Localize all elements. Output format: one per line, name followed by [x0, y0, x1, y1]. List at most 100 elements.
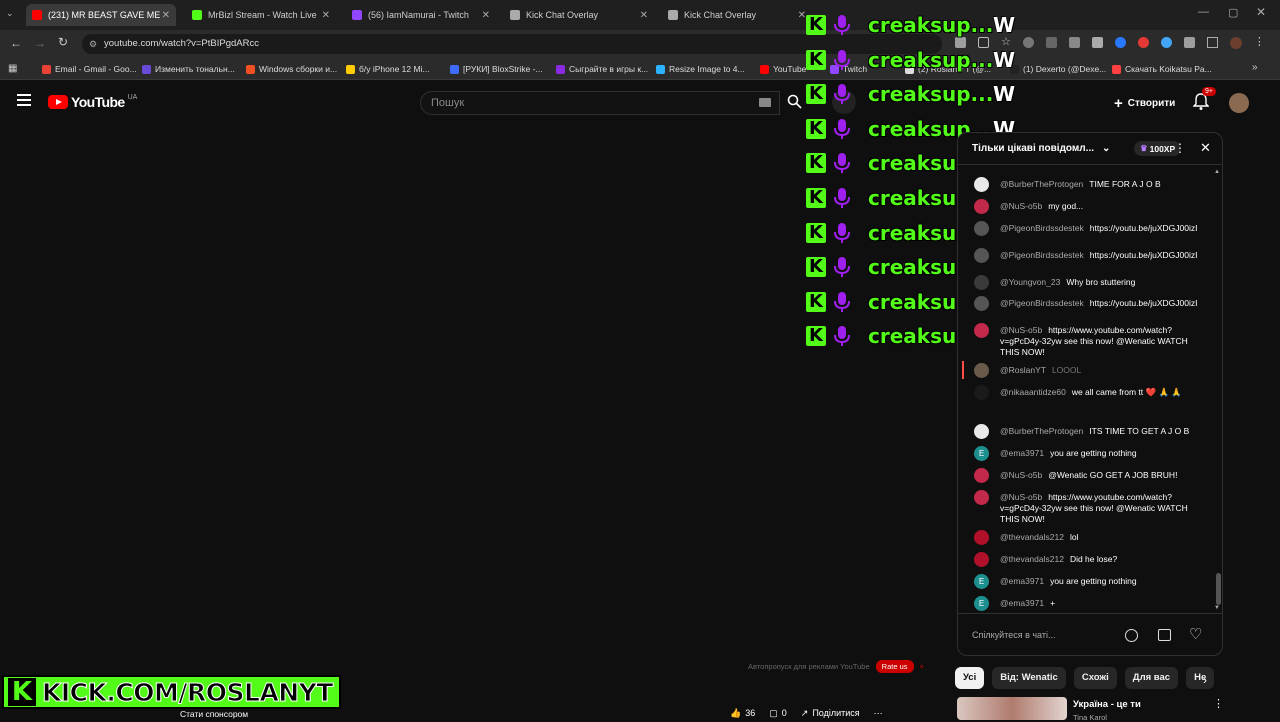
browser-menu-icon[interactable]: ⋮: [1254, 37, 1265, 49]
browser-tab[interactable]: Kick Chat Overlay ✕: [662, 4, 812, 26]
chat-author[interactable]: @PigeonBirdssdestek: [1000, 250, 1084, 260]
chat-avatar[interactable]: E: [974, 446, 989, 461]
bookmark-item[interactable]: Resize Image to 4...: [656, 62, 745, 76]
chat-author[interactable]: @NuS-o5b: [1000, 470, 1042, 480]
chat-avatar[interactable]: [974, 385, 989, 400]
like-button[interactable]: 👍 36: [730, 708, 755, 720]
chat-scrollbar[interactable]: [1216, 573, 1221, 605]
bookmark-item[interactable]: YouTube: [760, 62, 806, 76]
bookmark-item[interactable]: Сыграйте в игры к...: [556, 62, 648, 76]
apps-grid-icon[interactable]: ▦: [8, 63, 17, 74]
recommended-video[interactable]: Україна - це ти Tina Karol ⋮: [957, 697, 1277, 722]
chat-avatar[interactable]: [974, 363, 989, 378]
notifications-button[interactable]: 9+: [1192, 87, 1216, 116]
reload-icon[interactable]: ↻: [58, 35, 68, 49]
chat-close-icon[interactable]: ✕: [1200, 140, 1211, 156]
site-info-icon[interactable]: ⚙: [89, 34, 97, 54]
tab-close-icon[interactable]: ✕: [322, 10, 330, 21]
filter-chip[interactable]: Для вас: [1124, 667, 1179, 689]
create-button[interactable]: + Створити: [1104, 92, 1185, 114]
emoji-icon[interactable]: [1125, 629, 1138, 642]
chat-author[interactable]: @ema3971: [1000, 576, 1044, 586]
search-button[interactable]: [787, 94, 802, 114]
chat-avatar[interactable]: [974, 275, 989, 290]
chat-input-field[interactable]: Спілкуйтеся в чаті...: [972, 621, 1137, 649]
browser-tab[interactable]: (56) IamNamurai - Twitch ✕: [346, 4, 496, 26]
chat-author[interactable]: @NuS-o5b: [1000, 325, 1042, 335]
chat-avatar[interactable]: [974, 424, 989, 439]
chat-avatar[interactable]: [974, 530, 989, 545]
dislike-button[interactable]: ▢ 0: [769, 708, 787, 720]
filter-chip[interactable]: Від: Wenatic: [992, 667, 1066, 689]
forward-icon[interactable]: →: [34, 36, 46, 50]
recommended-more-icon[interactable]: ⋮: [1213, 697, 1224, 710]
chat-author[interactable]: @thevandals212: [1000, 532, 1064, 542]
tab-close-icon[interactable]: ✕: [482, 10, 490, 21]
super-chat-icon[interactable]: [1158, 629, 1171, 641]
tab-list-icon[interactable]: ⌄: [6, 8, 14, 19]
chat-author[interactable]: @thevandals212: [1000, 554, 1064, 564]
chat-avatar[interactable]: [974, 468, 989, 483]
chat-avatar[interactable]: E: [974, 574, 989, 589]
tab-close-icon[interactable]: ✕: [162, 10, 170, 21]
account-avatar[interactable]: [1229, 93, 1249, 113]
chat-avatar[interactable]: E: [974, 596, 989, 611]
chips-next-icon[interactable]: ›: [1203, 673, 1207, 687]
bookmarks-overflow-icon[interactable]: »: [1252, 62, 1258, 73]
extensions-puzzle-icon[interactable]: [1183, 37, 1195, 48]
filter-chip[interactable]: Не: [1186, 667, 1215, 689]
chat-author[interactable]: @RoslanYT: [1000, 365, 1046, 375]
extension-icon-7[interactable]: [1160, 37, 1172, 48]
profile-avatar-icon[interactable]: [1229, 37, 1242, 49]
extension-icon-4[interactable]: [1091, 37, 1103, 48]
chat-author[interactable]: @PigeonBirdssdestek: [1000, 298, 1084, 308]
bookmark-item[interactable]: б/у iPhone 12 Mi...: [346, 62, 430, 76]
keyboard-icon[interactable]: [759, 98, 771, 107]
chat-author[interactable]: @BurberTheProtogen: [1000, 426, 1083, 436]
chat-more-options-icon[interactable]: ⋮: [1174, 141, 1186, 155]
tab-close-icon[interactable]: ✕: [798, 10, 806, 21]
heart-icon[interactable]: ♡: [1189, 625, 1202, 643]
chat-avatar[interactable]: [974, 199, 989, 214]
close-window-icon[interactable]: ✕: [1256, 5, 1266, 19]
tab-close-icon[interactable]: ✕: [640, 10, 648, 21]
chat-author[interactable]: @BurberTheProtogen: [1000, 179, 1083, 189]
chat-mode-selector[interactable]: Тільки цікаві повідомл... ⌄: [972, 143, 1110, 154]
extension-icon-1[interactable]: [1022, 37, 1034, 48]
extension-icon-2[interactable]: [1045, 37, 1057, 48]
sponsor-button[interactable]: Стати спонсором: [180, 709, 248, 719]
scroll-down-icon[interactable]: ▼: [1214, 605, 1220, 611]
chat-avatar[interactable]: [974, 552, 989, 567]
browser-tab[interactable]: (231) MR BEAST GAVE ME ✕: [26, 4, 176, 26]
extension-icon-6[interactable]: [1137, 37, 1149, 48]
chat-author[interactable]: @PigeonBirdssdestek: [1000, 223, 1084, 233]
rate-us-button[interactable]: Rate us: [875, 660, 914, 673]
youtube-logo[interactable]: YouTube UA: [48, 94, 137, 110]
chat-author[interactable]: @NuS-o5b: [1000, 201, 1042, 211]
chat-author[interactable]: @NuS-o5b: [1000, 492, 1042, 502]
bookmark-item[interactable]: [РУКИ] BloxStrike -...: [450, 62, 543, 76]
bookmark-item[interactable]: Windows сборки и...: [246, 62, 337, 76]
share-button[interactable]: ↗ Поділитися: [801, 708, 860, 720]
bookmark-item[interactable]: (1) Dexerto (@Dexe...: [1010, 62, 1106, 76]
search-input[interactable]: Пошук: [420, 91, 780, 115]
chat-avatar[interactable]: [974, 490, 989, 505]
rate-close-icon[interactable]: ×: [920, 662, 924, 671]
chat-avatar[interactable]: [974, 248, 989, 263]
maximize-icon[interactable]: ▢: [1228, 6, 1238, 19]
bookmark-item[interactable]: Изменить тональн...: [142, 62, 235, 76]
extension-icon-5[interactable]: [1114, 37, 1126, 48]
filter-chip[interactable]: Усі: [955, 667, 985, 689]
chat-avatar[interactable]: [974, 323, 989, 338]
more-actions-icon[interactable]: ⋯: [874, 708, 883, 720]
chat-avatar[interactable]: [974, 221, 989, 236]
chat-avatar[interactable]: [974, 296, 989, 311]
filter-chip[interactable]: Схожі: [1073, 667, 1117, 689]
browser-tab[interactable]: Kick Chat Overlay ✕: [504, 4, 654, 26]
back-icon[interactable]: ←: [10, 36, 22, 50]
bookmark-item[interactable]: Скачать Koikatsu Pa...: [1112, 62, 1212, 76]
scroll-up-icon[interactable]: ▲: [1214, 169, 1220, 175]
chat-author[interactable]: @ema3971: [1000, 598, 1044, 608]
minimize-icon[interactable]: —: [1198, 6, 1209, 18]
hamburger-menu-icon[interactable]: [17, 94, 31, 106]
